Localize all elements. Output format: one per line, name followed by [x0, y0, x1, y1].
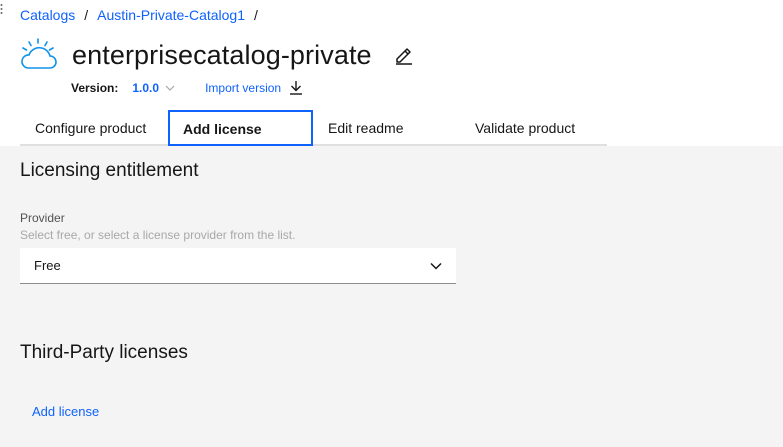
version-label: Version: [71, 80, 119, 95]
tab-list: Configure product Add license Edit readm… [20, 110, 607, 146]
cursor-icon [0, 4, 3, 14]
chevron-down-icon [165, 85, 175, 91]
provider-selected-value: Free [34, 258, 61, 273]
chevron-down-icon [430, 257, 442, 275]
import-version-link[interactable]: Import version [205, 80, 303, 95]
breadcrumb-catalogs-link[interactable]: Catalogs [20, 7, 75, 23]
provider-label: Provider [20, 211, 65, 225]
import-version-label: Import version [205, 80, 282, 95]
cloud-icon [21, 38, 57, 69]
version-dropdown[interactable]: 1.0.0 [132, 81, 175, 95]
pencil-icon[interactable] [394, 45, 414, 65]
breadcrumb: Catalogs / Austin-Private-Catalog1 / [20, 7, 267, 23]
breadcrumb-separator: / [254, 7, 258, 23]
tab-edit-readme[interactable]: Edit readme [313, 110, 460, 146]
provider-select[interactable]: Free [20, 248, 456, 284]
add-license-link[interactable]: Add license [32, 404, 99, 419]
version-value: 1.0.0 [132, 80, 160, 95]
licensing-entitlement-heading: Licensing entitlement [20, 160, 199, 181]
tab-add-license[interactable]: Add license [168, 110, 313, 146]
breadcrumb-catalog-link[interactable]: Austin-Private-Catalog1 [97, 7, 245, 23]
breadcrumb-separator: / [84, 7, 89, 23]
third-party-licenses-heading: Third-Party licenses [20, 342, 188, 363]
provider-helper-text: Select free, or select a license provide… [20, 228, 296, 242]
tab-validate-product[interactable]: Validate product [460, 110, 607, 146]
tab-configure-product[interactable]: Configure product [20, 110, 168, 146]
page-title: enterprisecatalog-private [72, 39, 372, 70]
download-icon [289, 80, 303, 95]
version-row: Version: 1.0.0 Import version [71, 80, 303, 95]
license-panel: Licensing entitlement Provider Select fr… [0, 146, 783, 447]
page-header: enterprisecatalog-private [20, 38, 414, 72]
